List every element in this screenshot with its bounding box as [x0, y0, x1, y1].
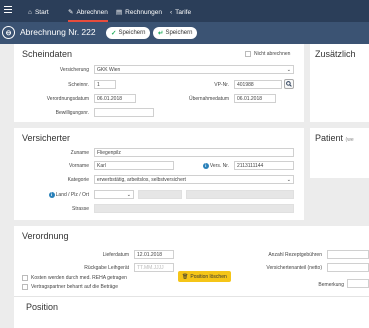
chevron-down-icon: ⌄ — [286, 66, 291, 73]
scheinnr-label: Scheinnr. — [68, 82, 89, 88]
vpnr-input[interactable]: 401988 — [234, 80, 282, 89]
chevron-down-icon: ⌄ — [126, 191, 131, 198]
nav-item-label: Rechnungen — [125, 8, 163, 16]
hamburger-menu-icon[interactable] — [4, 6, 12, 14]
versicherung-value: GKK Wien — [97, 66, 121, 73]
versnr-label-wrap: i Vers. Nr. — [189, 163, 229, 169]
kosten-reha-label: Kosten werden durch med. REHA getragen — [31, 275, 127, 281]
kategorie-label: Kategorie — [67, 177, 89, 183]
versicherung-select[interactable]: GKK Wien ⌄ — [94, 65, 294, 74]
bewilligungsnr-input[interactable] — [94, 108, 154, 117]
save-button-label: Speichern — [165, 30, 193, 36]
chevron-left-icon: ‹ — [170, 8, 173, 16]
patient-title: Patient (we — [315, 133, 354, 143]
bemerkung-label: Bemerkung — [318, 282, 344, 288]
vpnr-search-button[interactable] — [284, 79, 294, 89]
versnr-label: Vers. Nr. — [209, 163, 229, 169]
check-arrow-icon: ↵ — [158, 30, 164, 37]
rezeptgebuehren-input[interactable] — [327, 250, 369, 259]
back-circle-icon[interactable]: ⊖ — [2, 26, 15, 39]
uebernahmedatum-input[interactable]: 06.01.2018 — [234, 94, 276, 103]
scheinnr-input[interactable]: 1 — [94, 80, 116, 89]
nav-item-tarife[interactable]: ‹ Tarife — [170, 6, 191, 18]
position-delete-label: Position löschen — [190, 273, 227, 280]
bewilligungsnr-label: Bewilligungsnr. — [55, 110, 89, 116]
search-icon — [286, 81, 292, 87]
kategorie-select[interactable]: erwerbstätig, arbeitslos, selbstversiche… — [94, 175, 294, 184]
check-icon: ✓ — [111, 30, 117, 37]
trash-icon: 🗑 — [182, 273, 189, 280]
verordnung-panel: Verordnung Lieferdatum 12.01.2018 Rückga… — [14, 226, 369, 328]
ort-input[interactable] — [186, 190, 294, 199]
versichertenanteil-input[interactable] — [327, 263, 369, 272]
save-button[interactable]: ✓ Speichern — [106, 27, 151, 39]
plz-input[interactable] — [138, 190, 182, 199]
strasse-label: Strasse — [72, 206, 89, 212]
zusaetzlich-panel: Zusätzlich — [310, 44, 369, 122]
nav-item-label: Tarife — [175, 8, 192, 16]
land-select[interactable]: ⌄ — [94, 190, 134, 199]
position-delete-button[interactable]: 🗑 Position löschen — [178, 271, 231, 282]
nav-item-label: Abrechnen — [76, 8, 108, 16]
info-icon[interactable]: i — [48, 192, 55, 198]
nav-item-rechnungen[interactable]: ▤ Rechnungen — [116, 6, 162, 18]
page-title: Abrechnung Nr. 222 — [20, 27, 96, 37]
strasse-input[interactable] — [94, 204, 294, 213]
land-label-wrap: i Land / Plz / Ort — [24, 192, 89, 198]
nicht-abrechnen-checkbox[interactable] — [245, 51, 251, 57]
scheindaten-title: Scheindaten — [22, 49, 73, 59]
lieferdatum-label: Lieferdatum — [102, 252, 129, 258]
save-and-continue-button[interactable]: ↵ Speichern — [153, 27, 198, 39]
info-icon[interactable]: i — [202, 163, 209, 169]
save-button-label: Speichern — [118, 30, 146, 36]
nicht-abrechnen-label: Nicht abrechnen — [254, 51, 291, 57]
chevron-down-icon: ⌄ — [286, 176, 291, 183]
divider — [14, 296, 369, 297]
kategorie-value: erwerbstätig, arbeitslos, selbstversiche… — [97, 176, 186, 183]
vpnr-label: VP-Nr. — [214, 82, 229, 88]
scheindaten-panel: Scheindaten Nicht abrechnen Versicherung… — [14, 44, 304, 122]
edit-icon: ✎ — [68, 9, 74, 16]
top-navigation: ⌂ Start ✎ Abrechnen ▤ Rechnungen ‹ Tarif… — [0, 0, 369, 22]
home-icon: ⌂ — [28, 8, 32, 16]
verordnungsdatum-input[interactable]: 06.01.2018 — [94, 94, 136, 103]
rezeptgebuehren-label: Anzahl Rezeptgebühren — [268, 252, 322, 258]
vorname-input[interactable]: Karl — [94, 161, 174, 170]
rueckgabe-input[interactable]: TT.MM.JJJJ — [134, 263, 174, 272]
versicherter-title: Versicherter — [22, 133, 71, 143]
versicherter-panel: Versicherter Zuname Fliegenpilz Vorname … — [14, 128, 304, 220]
zuname-label: Zuname — [70, 150, 89, 156]
zuname-input[interactable]: Fliegenpilz — [94, 148, 294, 157]
patient-panel: Patient (we — [310, 128, 369, 178]
document-icon: ▤ — [116, 9, 123, 16]
lieferdatum-input[interactable]: 12.01.2018 — [134, 250, 174, 259]
versichertenanteil-label: Versichertenanteil (netto) — [266, 265, 322, 271]
position-title: Position — [26, 302, 59, 312]
nav-item-start[interactable]: ⌂ Start — [28, 6, 49, 18]
verordnungsdatum-label: Verordnungsdatum — [46, 96, 89, 102]
versicherung-label: Versicherung — [59, 67, 89, 73]
patient-title-suffix: (we — [345, 137, 354, 143]
versnr-input[interactable]: 2113111144 — [234, 161, 294, 170]
patient-title-text: Patient — [315, 133, 344, 143]
bemerkung-input[interactable] — [347, 279, 369, 288]
zusaetzlich-title: Zusätzlich — [315, 49, 356, 59]
vorname-label: Vorname — [68, 163, 89, 169]
land-label: Land / Plz / Ort — [55, 192, 89, 198]
nav-item-abrechnen[interactable]: ✎ Abrechnen — [68, 6, 108, 22]
title-bar: ⊖ Abrechnung Nr. 222 ✓ Speichern ↵ Speic… — [0, 22, 369, 44]
vertragspartner-label: Vertragspartner beharrt auf die Beträge — [31, 284, 118, 290]
rueckgabe-label: Rückgabe Leihgerät — [84, 265, 129, 271]
nav-item-label: Start — [34, 8, 49, 16]
vertragspartner-checkbox[interactable] — [22, 284, 28, 290]
verordnung-title: Verordnung — [22, 231, 69, 241]
uebernahmedatum-label: Übernahmedatum — [188, 96, 229, 102]
kosten-reha-checkbox[interactable] — [22, 275, 28, 281]
